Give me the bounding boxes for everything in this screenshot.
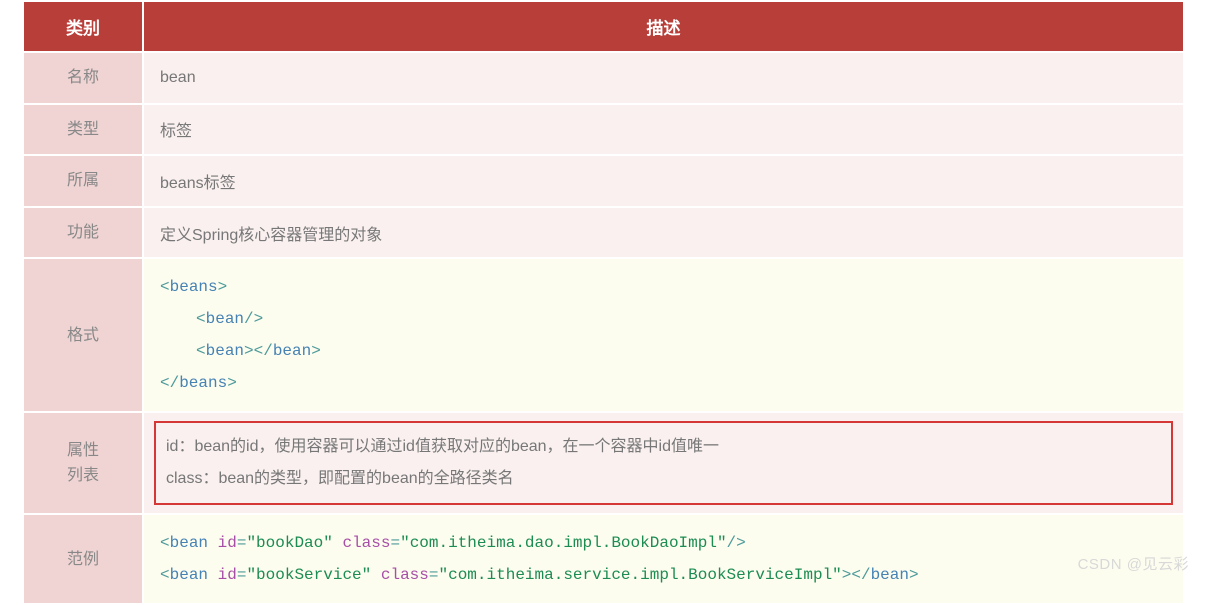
row-value-example: <bean id="bookDao" class="com.itheima.da… [143, 514, 1184, 604]
header-category: 类别 [23, 1, 143, 52]
row-value-type: 标签 [143, 104, 1184, 156]
row-label-name: 名称 [23, 52, 143, 104]
row-value-attrs: id：bean的id，使用容器可以通过id值获取对应的bean，在一个容器中id… [143, 412, 1184, 514]
row-label-type: 类型 [23, 104, 143, 156]
table-row: 属性列表 id：bean的id，使用容器可以通过id值获取对应的bean，在一个… [23, 412, 1184, 514]
table-row: 格式 <beans> <bean/> <bean></bean> </beans… [23, 258, 1184, 412]
example-line-1: <bean id="bookDao" class="com.itheima.da… [160, 527, 1167, 559]
attr-line-class: class：bean的类型，即配置的bean的全路径类名 [166, 463, 1161, 495]
table-row: 所属 beans标签 [23, 155, 1184, 207]
row-label-example: 范例 [23, 514, 143, 604]
row-label-func: 功能 [23, 207, 143, 259]
definition-table: 类别 描述 名称 bean 类型 标签 所属 beans标签 功能 定义Spri… [22, 0, 1185, 605]
highlight-box: id：bean的id，使用容器可以通过id值获取对应的bean，在一个容器中id… [154, 421, 1173, 505]
example-line-2: <bean id="bookService" class="com.itheim… [160, 559, 1167, 591]
code-block-format: <beans> <bean/> <bean></bean> </beans> [160, 271, 1167, 399]
table-row: 类型 标签 [23, 104, 1184, 156]
row-value-parent: beans标签 [143, 155, 1184, 207]
code-block-example: <bean id="bookDao" class="com.itheima.da… [160, 527, 1167, 591]
row-value-func: 定义Spring核心容器管理的对象 [143, 207, 1184, 259]
attr-line-id: id：bean的id，使用容器可以通过id值获取对应的bean，在一个容器中id… [166, 431, 1161, 463]
row-label-parent: 所属 [23, 155, 143, 207]
watermark: CSDN @见云彩 [1078, 553, 1189, 574]
row-label-attrs: 属性列表 [23, 412, 143, 514]
header-description: 描述 [143, 1, 1184, 52]
row-label-format: 格式 [23, 258, 143, 412]
row-value-name: bean [143, 52, 1184, 104]
row-value-format: <beans> <bean/> <bean></bean> </beans> [143, 258, 1184, 412]
table-row: 名称 bean [23, 52, 1184, 104]
table-row: 范例 <bean id="bookDao" class="com.itheima… [23, 514, 1184, 604]
table-row: 功能 定义Spring核心容器管理的对象 [23, 207, 1184, 259]
